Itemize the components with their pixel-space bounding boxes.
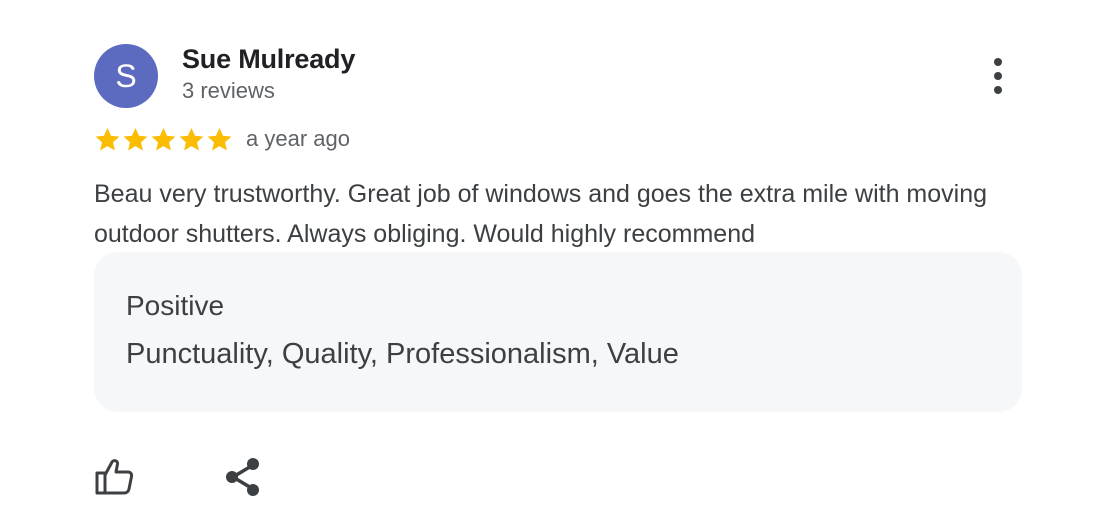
review-date: a year ago (246, 126, 350, 151)
review-attributes-card: Positive Punctuality, Quality, Professio… (94, 252, 1022, 412)
star-icon (179, 128, 204, 151)
attributes-heading: Positive (126, 290, 225, 321)
reviewer-name[interactable]: Sue Mulready (182, 44, 355, 75)
star-icon (123, 128, 148, 151)
share-button[interactable] (222, 456, 264, 498)
share-icon (226, 458, 259, 496)
star-rating (94, 126, 233, 153)
more-vert-icon (994, 58, 1002, 94)
thumb-up-icon (95, 459, 134, 495)
star-icon (207, 128, 232, 151)
star-icon (151, 128, 176, 151)
more-options-button[interactable] (980, 56, 1016, 96)
review-text: Beau very trustworthy. Great job of wind… (94, 180, 988, 248)
avatar[interactable]: S (94, 44, 158, 108)
attributes-values: Punctuality, Quality, Professionalism, V… (126, 338, 679, 370)
reviewer-review-count: 3 reviews (182, 78, 275, 103)
like-button[interactable] (92, 454, 136, 498)
star-icon (95, 128, 120, 151)
avatar-letter: S (115, 57, 137, 94)
